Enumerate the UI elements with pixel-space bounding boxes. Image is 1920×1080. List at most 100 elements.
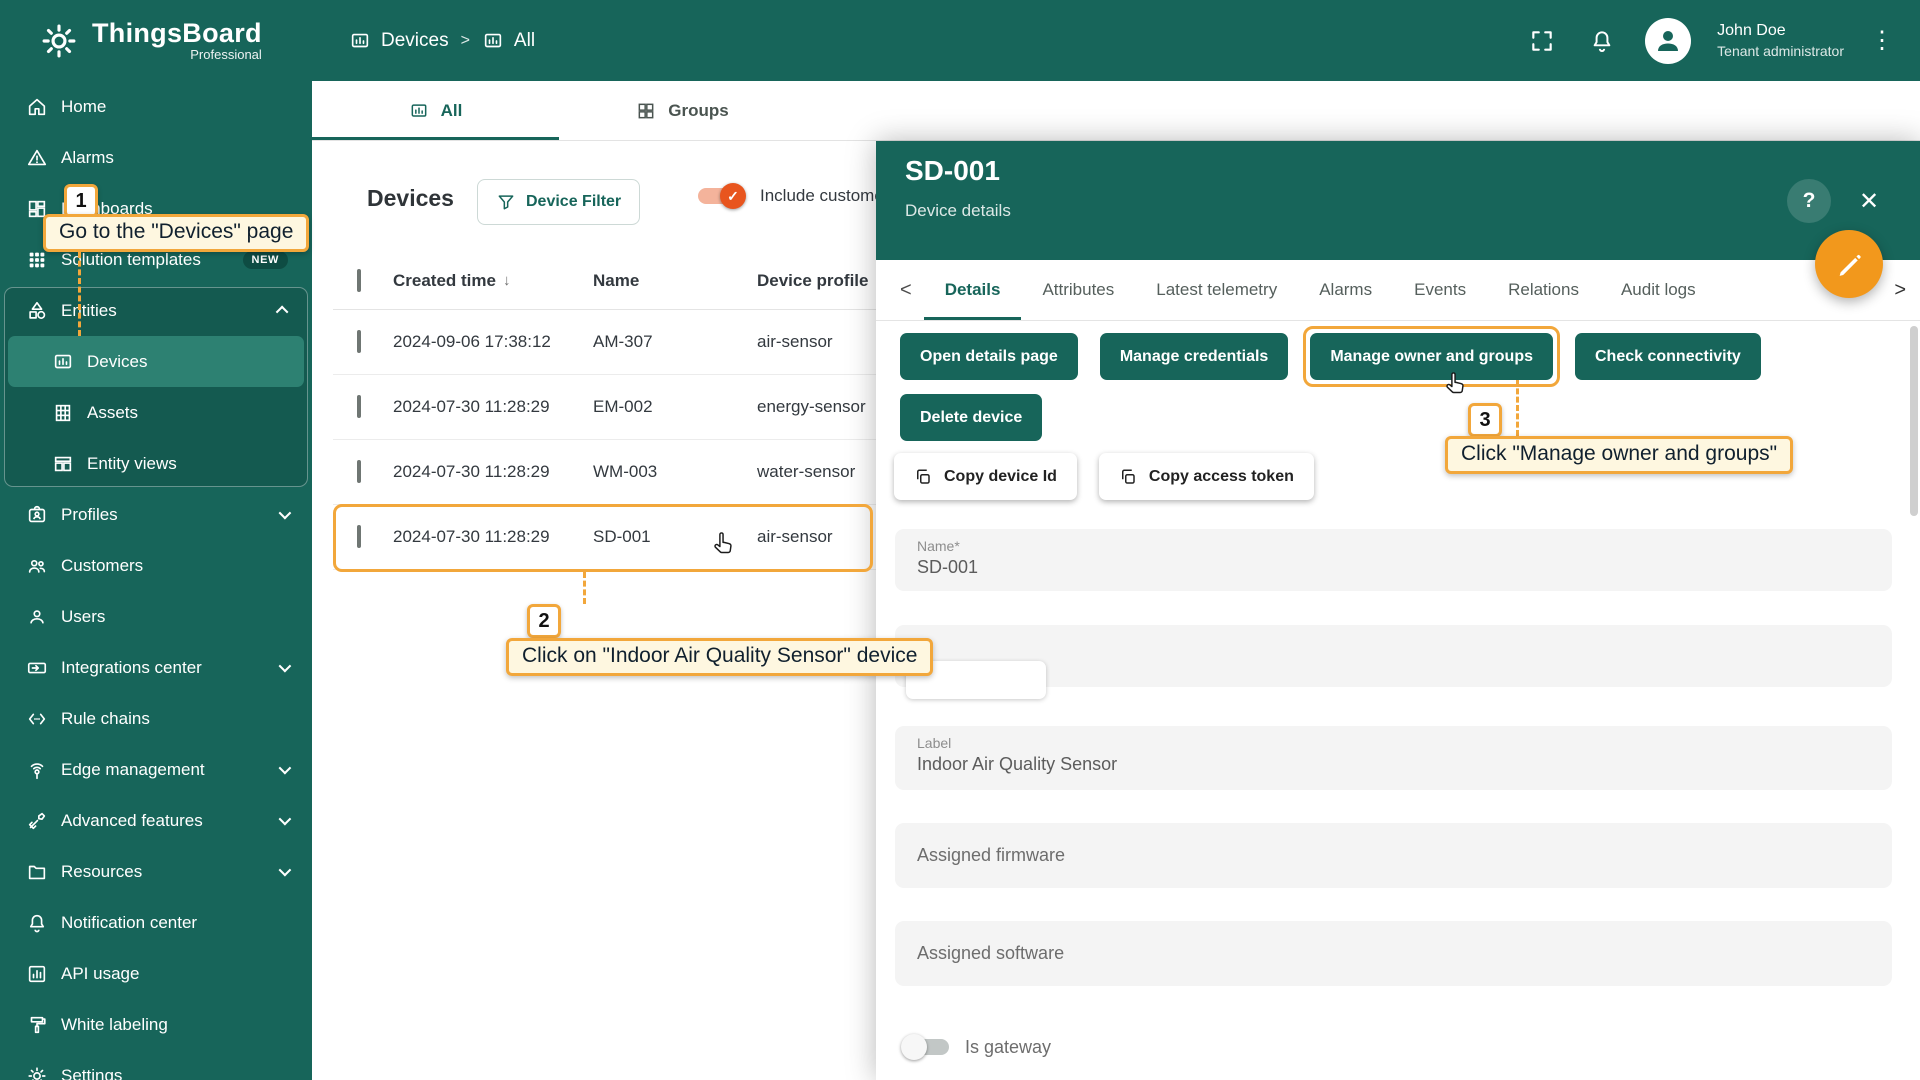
warning-icon xyxy=(26,147,48,169)
gear-icon xyxy=(26,1065,48,1080)
folder-icon xyxy=(26,861,48,883)
customers-icon xyxy=(26,555,48,577)
user-avatar[interactable] xyxy=(1645,17,1692,64)
tabs-scroll-right-button[interactable]: > xyxy=(1884,260,1916,321)
filter-icon xyxy=(496,192,516,212)
help-button[interactable]: ? xyxy=(1787,179,1831,223)
sidebar-item-assets[interactable]: Assets xyxy=(0,387,312,438)
sidebar-item-edge-management[interactable]: Edge management xyxy=(0,744,312,795)
include-customer-toggle[interactable]: ✓ xyxy=(698,183,746,209)
open-details-page-button[interactable]: Open details page xyxy=(900,333,1078,380)
assigned-firmware-field[interactable]: Assigned firmware xyxy=(895,823,1892,888)
notifications-bell-button[interactable] xyxy=(1585,24,1619,58)
sidebar-item-settings[interactable]: Settings xyxy=(0,1050,312,1080)
breadcrumb-all[interactable]: All xyxy=(482,30,535,52)
sidebar-item-resources[interactable]: Resources xyxy=(0,846,312,897)
app-header: ThingsBoard Professional Devices > All J… xyxy=(0,0,1920,81)
entity-tabbar: All Groups xyxy=(312,81,1920,141)
chevron-down-icon xyxy=(278,761,292,775)
sidebar-item-profiles[interactable]: Profiles xyxy=(0,489,312,540)
chevron-down-icon xyxy=(278,863,292,877)
sidebar-item-notification-center[interactable]: Notification center xyxy=(0,897,312,948)
user-icon xyxy=(26,606,48,628)
sidebar-item-alarms[interactable]: Alarms xyxy=(0,132,312,183)
tabs-scroll-left-button[interactable]: < xyxy=(888,260,924,320)
breadcrumb-section-label: Devices xyxy=(381,29,449,51)
tab-relations[interactable]: Relations xyxy=(1487,260,1600,320)
sort-desc-icon[interactable]: ↓ xyxy=(503,272,511,289)
profiles-icon xyxy=(26,504,48,526)
column-name[interactable]: Name xyxy=(593,271,757,291)
entity-views-icon xyxy=(52,453,74,475)
sidebar-item-entities[interactable]: Entities xyxy=(0,285,312,336)
sidebar-item-customers[interactable]: Customers xyxy=(0,540,312,591)
label-field-label: Label xyxy=(917,735,952,751)
devices-icon xyxy=(349,30,371,52)
sidebar-item-api-usage[interactable]: API usage xyxy=(0,948,312,999)
breadcrumb-separator: > xyxy=(460,31,470,49)
user-info[interactable]: John Doe Tenant administrator xyxy=(1717,21,1844,60)
row-checkbox[interactable] xyxy=(357,460,361,483)
tab-attributes[interactable]: Attributes xyxy=(1021,260,1135,320)
sidebar-item-home[interactable]: Home xyxy=(0,81,312,132)
tab-alarms[interactable]: Alarms xyxy=(1298,260,1393,320)
annotation-step1-connector xyxy=(78,252,81,336)
label-field-value: Indoor Air Quality Sensor xyxy=(917,754,1118,774)
is-gateway-toggle[interactable] xyxy=(901,1034,949,1060)
row-checkbox[interactable] xyxy=(357,525,361,548)
sidebar-item-integrations-center[interactable]: Integrations center xyxy=(0,642,312,693)
brand-logo[interactable]: ThingsBoard Professional xyxy=(0,18,312,63)
sidebar-item-entity-views[interactable]: Entity views xyxy=(0,438,312,489)
tab-events[interactable]: Events xyxy=(1393,260,1487,320)
sidebar-item-rule-chains[interactable]: Rule chains xyxy=(0,693,312,744)
tools-icon xyxy=(26,810,48,832)
check-connectivity-button[interactable]: Check connectivity xyxy=(1575,333,1761,380)
column-created-time[interactable]: Created time xyxy=(393,271,496,291)
name-field[interactable]: Name* SD-001 xyxy=(895,529,1892,591)
name-field-value: SD-001 xyxy=(917,557,979,577)
sidebar-item-users[interactable]: Users xyxy=(0,591,312,642)
tab-audit-logs[interactable]: Audit logs xyxy=(1600,260,1717,320)
paint-icon xyxy=(26,1014,48,1036)
sidebar-item-devices[interactable]: Devices xyxy=(8,336,304,387)
device-filter-button[interactable]: Device Filter xyxy=(477,179,641,225)
tab-groups[interactable]: Groups xyxy=(559,81,806,140)
label-field[interactable]: Label Indoor Air Quality Sensor xyxy=(895,726,1892,790)
copy-device-id-button[interactable]: Copy device Id xyxy=(894,453,1077,500)
annotation-step1-callout: Go to the "Devices" page xyxy=(43,214,310,252)
annotation-button-highlight: Manage owner and groups xyxy=(1303,326,1560,387)
breadcrumb-devices[interactable]: Devices xyxy=(349,30,449,52)
manage-owner-groups-button[interactable]: Manage owner and groups xyxy=(1310,333,1553,380)
new-badge: NEW xyxy=(242,250,288,269)
chevron-up-icon xyxy=(275,305,289,319)
name-field-label: Name* xyxy=(917,538,960,554)
select-all-checkbox[interactable] xyxy=(357,268,361,292)
tab-details[interactable]: Details xyxy=(924,260,1022,320)
tab-all[interactable]: All xyxy=(312,81,559,140)
row-checkbox[interactable] xyxy=(357,330,361,353)
fullscreen-button[interactable] xyxy=(1525,24,1559,58)
annotation-step3-number: 3 xyxy=(1468,403,1502,437)
sidebar-item-white-labeling[interactable]: White labeling xyxy=(0,999,312,1050)
device-details-panel: SD-001 Device details ? ✕ < Details Attr… xyxy=(876,141,1920,1080)
delete-device-button[interactable]: Delete device xyxy=(900,394,1043,441)
sidebar-item-advanced-features[interactable]: Advanced features xyxy=(0,795,312,846)
chevron-down-icon xyxy=(278,659,292,673)
annotation-step2-callout: Click on "Indoor Air Quality Sensor" dev… xyxy=(506,638,934,676)
apps-icon xyxy=(26,249,48,271)
copy-access-token-button[interactable]: Copy access token xyxy=(1098,453,1314,500)
brand-tagline: Professional xyxy=(190,47,262,63)
assigned-software-field[interactable]: Assigned software xyxy=(895,921,1892,986)
integrations-icon xyxy=(26,657,48,679)
panel-scrollbar[interactable] xyxy=(1910,326,1918,516)
edit-fab-button[interactable] xyxy=(1815,230,1883,298)
header-more-menu[interactable]: ⋮ xyxy=(1870,26,1894,55)
manage-credentials-button[interactable]: Manage credentials xyxy=(1099,333,1289,380)
tab-latest-telemetry[interactable]: Latest telemetry xyxy=(1135,260,1298,320)
antenna-icon xyxy=(26,759,48,781)
device-profile-field[interactable] xyxy=(895,625,1892,699)
row-checkbox[interactable] xyxy=(357,395,361,418)
user-role: Tenant administrator xyxy=(1717,42,1844,59)
close-icon[interactable]: ✕ xyxy=(1853,187,1885,216)
group-icon xyxy=(482,30,504,52)
